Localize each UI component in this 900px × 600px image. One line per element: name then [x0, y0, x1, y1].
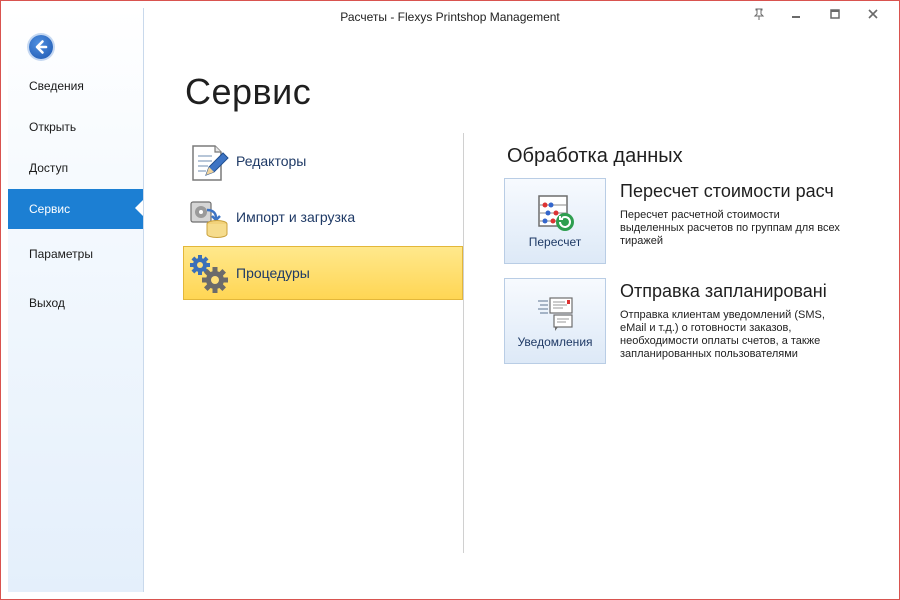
sidebar-item-info[interactable]: Сведения — [8, 67, 143, 105]
category-import[interactable]: Импорт и загрузка — [183, 190, 463, 244]
pin-icon[interactable] — [749, 7, 769, 25]
gears-icon — [189, 254, 229, 294]
divider — [463, 133, 464, 553]
category-editors[interactable]: Редакторы — [183, 134, 463, 188]
recalculate-button-label: Пересчет — [528, 235, 582, 249]
sidebar-item-exit[interactable]: Выход — [8, 284, 143, 322]
document-pencil-icon — [189, 142, 229, 182]
notifications-button-label: Уведомления — [517, 335, 593, 349]
backstage-sidebar: Сведения Открыть Доступ Сервис Параметры… — [8, 8, 144, 592]
close-icon[interactable] — [863, 7, 883, 25]
page-title: Сервис — [185, 71, 312, 112]
sidebar-item-settings[interactable]: Параметры — [8, 235, 143, 273]
notifications-description: Отправка клиентам уведомлений (SMS, eMai… — [620, 309, 825, 360]
sidebar-item-open[interactable]: Открыть — [8, 108, 143, 146]
sidebar-item-access[interactable]: Доступ — [8, 149, 143, 187]
category-label: Редакторы — [236, 153, 307, 169]
category-label: Импорт и загрузка — [236, 209, 356, 225]
category-label: Процедуры — [236, 265, 310, 281]
minimize-icon[interactable] — [786, 7, 806, 25]
recalculate-title: Пересчет стоимости расч — [620, 181, 834, 201]
notifications-button[interactable]: Уведомления — [504, 278, 606, 364]
recalculate-button[interactable]: Пересчет — [504, 178, 606, 264]
recalculate-description: Пересчет расчетной стоимости выделенных … — [620, 209, 840, 247]
sidebar-item-service[interactable]: Сервис — [8, 189, 143, 229]
import-database-icon — [189, 198, 229, 239]
app-window: Расчеты - Flexys Printshop Management Св… — [0, 0, 900, 600]
abacus-refresh-icon — [536, 193, 576, 233]
section-title: Обработка данных — [507, 145, 683, 167]
back-arrow-icon[interactable] — [29, 35, 53, 59]
category-procedures[interactable]: Процедуры — [183, 246, 463, 300]
notification-messages-icon — [536, 293, 576, 333]
notifications-title: Отправка запланировані — [620, 281, 827, 301]
restore-icon[interactable] — [825, 7, 845, 25]
